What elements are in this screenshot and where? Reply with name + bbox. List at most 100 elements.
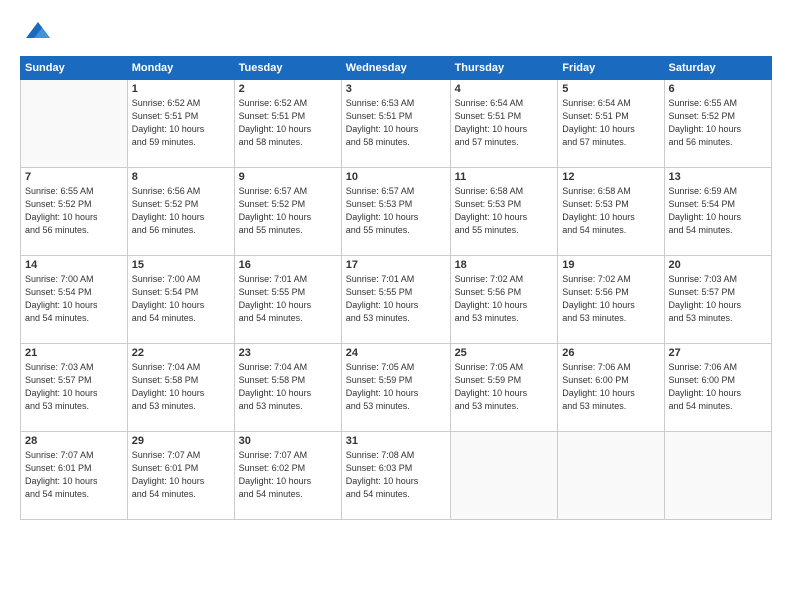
day-info: Sunrise: 6:59 AMSunset: 5:54 PMDaylight:… xyxy=(669,185,767,237)
calendar-cell: 17 Sunrise: 7:01 AMSunset: 5:55 PMDayligh… xyxy=(341,256,450,344)
day-number: 5 xyxy=(562,83,659,95)
calendar-cell: 7Sunrise: 6:55 AMSunset: 5:52 PMDaylight… xyxy=(21,168,128,256)
calendar-cell: 21 Sunrise: 7:03 AMSunset: 5:57 PMDayligh… xyxy=(21,344,128,432)
calendar-table: SundayMondayTuesdayWednesdayThursdayFrid… xyxy=(20,56,772,520)
day-number: 9 xyxy=(239,171,337,183)
day-number: 12 xyxy=(562,171,659,183)
calendar-cell: 11 Sunrise: 6:58 AMSunset: 5:53 PMDayligh… xyxy=(450,168,558,256)
day-number: 28 xyxy=(25,435,123,447)
day-number: 6 xyxy=(669,83,767,95)
day-number: 18 xyxy=(455,259,554,271)
week-row-5: 28 Sunrise: 7:07 AMSunset: 6:01 PMDayligh… xyxy=(21,432,772,520)
calendar-cell: 8 Sunrise: 6:56 AMSunset: 5:52 PMDaylight… xyxy=(127,168,234,256)
calendar-cell: 13 Sunrise: 6:59 AMSunset: 5:54 PMDayligh… xyxy=(664,168,771,256)
calendar-cell: 12 Sunrise: 6:58 AMSunset: 5:53 PMDayligh… xyxy=(558,168,664,256)
day-number: 4 xyxy=(455,83,554,95)
day-number: 23 xyxy=(239,347,337,359)
day-info: Sunrise: 7:03 AMSunset: 5:57 PMDaylight:… xyxy=(25,361,123,413)
weekday-header-sunday: Sunday xyxy=(21,57,128,80)
day-info: Sunrise: 7:06 AMSunset: 6:00 PMDaylight:… xyxy=(669,361,767,413)
day-number: 7 xyxy=(25,171,123,183)
calendar-cell: 31 Sunrise: 7:08 AMSunset: 6:03 PMDayligh… xyxy=(341,432,450,520)
calendar-cell: 24 Sunrise: 7:05 AMSunset: 5:59 PMDayligh… xyxy=(341,344,450,432)
calendar-cell: 19 Sunrise: 7:02 AMSunset: 5:56 PMDayligh… xyxy=(558,256,664,344)
day-number: 11 xyxy=(455,171,554,183)
day-info: Sunrise: 7:04 AMSunset: 5:58 PMDaylight:… xyxy=(239,361,337,413)
day-number: 26 xyxy=(562,347,659,359)
calendar-cell: 18 Sunrise: 7:02 AMSunset: 5:56 PMDayligh… xyxy=(450,256,558,344)
day-info: Sunrise: 7:01 AMSunset: 5:55 PMDaylight:… xyxy=(239,273,337,325)
day-info: Sunrise: 6:53 AMSunset: 5:51 PMDaylight:… xyxy=(346,97,446,149)
calendar-cell: 25 Sunrise: 7:05 AMSunset: 5:59 PMDayligh… xyxy=(450,344,558,432)
day-info: Sunrise: 7:02 AMSunset: 5:56 PMDaylight:… xyxy=(562,273,659,325)
day-number: 13 xyxy=(669,171,767,183)
day-number: 3 xyxy=(346,83,446,95)
day-info: Sunrise: 7:04 AMSunset: 5:58 PMDaylight:… xyxy=(132,361,230,413)
day-number: 25 xyxy=(455,347,554,359)
calendar-cell: 14 Sunrise: 7:00 AMSunset: 5:54 PMDayligh… xyxy=(21,256,128,344)
week-row-1: 1 Sunrise: 6:52 AMSunset: 5:51 PMDaylight… xyxy=(21,80,772,168)
calendar-cell: 3 Sunrise: 6:53 AMSunset: 5:51 PMDaylight… xyxy=(341,80,450,168)
weekday-header-thursday: Thursday xyxy=(450,57,558,80)
day-info: Sunrise: 6:54 AMSunset: 5:51 PMDaylight:… xyxy=(562,97,659,149)
logo xyxy=(20,18,52,46)
weekday-header-tuesday: Tuesday xyxy=(234,57,341,80)
day-info: Sunrise: 7:00 AMSunset: 5:54 PMDaylight:… xyxy=(132,273,230,325)
week-row-3: 14 Sunrise: 7:00 AMSunset: 5:54 PMDayligh… xyxy=(21,256,772,344)
calendar-cell xyxy=(664,432,771,520)
day-number: 31 xyxy=(346,435,446,447)
day-info: Sunrise: 6:54 AMSunset: 5:51 PMDaylight:… xyxy=(455,97,554,149)
day-info: Sunrise: 7:05 AMSunset: 5:59 PMDaylight:… xyxy=(455,361,554,413)
weekday-header-saturday: Saturday xyxy=(664,57,771,80)
day-info: Sunrise: 7:03 AMSunset: 5:57 PMDaylight:… xyxy=(669,273,767,325)
calendar-cell: 2Sunrise: 6:52 AMSunset: 5:51 PMDaylight… xyxy=(234,80,341,168)
day-number: 17 xyxy=(346,259,446,271)
calendar-cell: 26Sunrise: 7:06 AMSunset: 6:00 PMDayligh… xyxy=(558,344,664,432)
day-number: 21 xyxy=(25,347,123,359)
day-info: Sunrise: 7:07 AMSunset: 6:01 PMDaylight:… xyxy=(25,449,123,501)
day-info: Sunrise: 6:57 AMSunset: 5:53 PMDaylight:… xyxy=(346,185,446,237)
day-number: 19 xyxy=(562,259,659,271)
day-info: Sunrise: 7:07 AMSunset: 6:02 PMDaylight:… xyxy=(239,449,337,501)
calendar-cell: 10Sunrise: 6:57 AMSunset: 5:53 PMDayligh… xyxy=(341,168,450,256)
day-number: 20 xyxy=(669,259,767,271)
day-info: Sunrise: 6:58 AMSunset: 5:53 PMDaylight:… xyxy=(562,185,659,237)
day-info: Sunrise: 7:02 AMSunset: 5:56 PMDaylight:… xyxy=(455,273,554,325)
calendar-cell: 22 Sunrise: 7:04 AMSunset: 5:58 PMDayligh… xyxy=(127,344,234,432)
calendar-cell: 30 Sunrise: 7:07 AMSunset: 6:02 PMDayligh… xyxy=(234,432,341,520)
calendar-cell: 9Sunrise: 6:57 AMSunset: 5:52 PMDaylight… xyxy=(234,168,341,256)
day-info: Sunrise: 7:01 AMSunset: 5:55 PMDaylight:… xyxy=(346,273,446,325)
day-info: Sunrise: 7:05 AMSunset: 5:59 PMDaylight:… xyxy=(346,361,446,413)
day-info: Sunrise: 7:07 AMSunset: 6:01 PMDaylight:… xyxy=(132,449,230,501)
day-number: 30 xyxy=(239,435,337,447)
calendar-cell: 6Sunrise: 6:55 AMSunset: 5:52 PMDaylight… xyxy=(664,80,771,168)
calendar-cell xyxy=(21,80,128,168)
day-info: Sunrise: 6:52 AMSunset: 5:51 PMDaylight:… xyxy=(132,97,230,149)
day-number: 22 xyxy=(132,347,230,359)
day-info: Sunrise: 7:08 AMSunset: 6:03 PMDaylight:… xyxy=(346,449,446,501)
calendar-cell: 16Sunrise: 7:01 AMSunset: 5:55 PMDayligh… xyxy=(234,256,341,344)
logo-icon xyxy=(24,18,52,46)
day-number: 8 xyxy=(132,171,230,183)
day-number: 14 xyxy=(25,259,123,271)
day-info: Sunrise: 6:52 AMSunset: 5:51 PMDaylight:… xyxy=(239,97,337,149)
day-number: 1 xyxy=(132,83,230,95)
calendar-cell: 29 Sunrise: 7:07 AMSunset: 6:01 PMDayligh… xyxy=(127,432,234,520)
calendar-cell: 4 Sunrise: 6:54 AMSunset: 5:51 PMDaylight… xyxy=(450,80,558,168)
calendar-cell: 27Sunrise: 7:06 AMSunset: 6:00 PMDayligh… xyxy=(664,344,771,432)
day-info: Sunrise: 7:00 AMSunset: 5:54 PMDaylight:… xyxy=(25,273,123,325)
header xyxy=(20,18,772,46)
week-row-4: 21 Sunrise: 7:03 AMSunset: 5:57 PMDayligh… xyxy=(21,344,772,432)
day-number: 29 xyxy=(132,435,230,447)
day-number: 24 xyxy=(346,347,446,359)
calendar-cell: 15Sunrise: 7:00 AMSunset: 5:54 PMDayligh… xyxy=(127,256,234,344)
day-info: Sunrise: 6:58 AMSunset: 5:53 PMDaylight:… xyxy=(455,185,554,237)
calendar-cell: 23 Sunrise: 7:04 AMSunset: 5:58 PMDayligh… xyxy=(234,344,341,432)
calendar-cell: 20 Sunrise: 7:03 AMSunset: 5:57 PMDayligh… xyxy=(664,256,771,344)
weekday-header-monday: Monday xyxy=(127,57,234,80)
calendar-cell: 28 Sunrise: 7:07 AMSunset: 6:01 PMDayligh… xyxy=(21,432,128,520)
weekday-header-friday: Friday xyxy=(558,57,664,80)
weekday-header-row: SundayMondayTuesdayWednesdayThursdayFrid… xyxy=(21,57,772,80)
day-info: Sunrise: 6:56 AMSunset: 5:52 PMDaylight:… xyxy=(132,185,230,237)
calendar-cell: 5 Sunrise: 6:54 AMSunset: 5:51 PMDaylight… xyxy=(558,80,664,168)
